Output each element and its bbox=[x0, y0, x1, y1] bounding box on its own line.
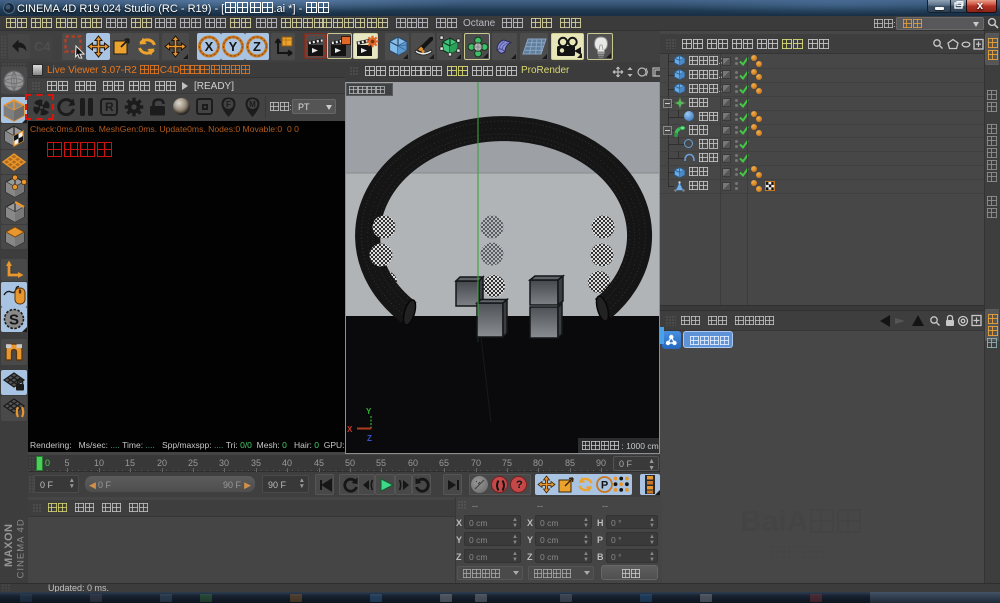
svg-text:X: X bbox=[205, 39, 214, 54]
svg-text:Y: Y bbox=[229, 39, 238, 54]
svg-text:F: F bbox=[226, 100, 231, 109]
svg-text:Z: Z bbox=[367, 434, 372, 443]
svg-text:X: X bbox=[347, 425, 353, 434]
svg-text:Z: Z bbox=[253, 39, 261, 54]
svg-text:S: S bbox=[9, 312, 19, 329]
svg-text:M: M bbox=[249, 100, 256, 109]
svg-text:P: P bbox=[601, 480, 608, 492]
svg-text:Y: Y bbox=[366, 407, 372, 416]
